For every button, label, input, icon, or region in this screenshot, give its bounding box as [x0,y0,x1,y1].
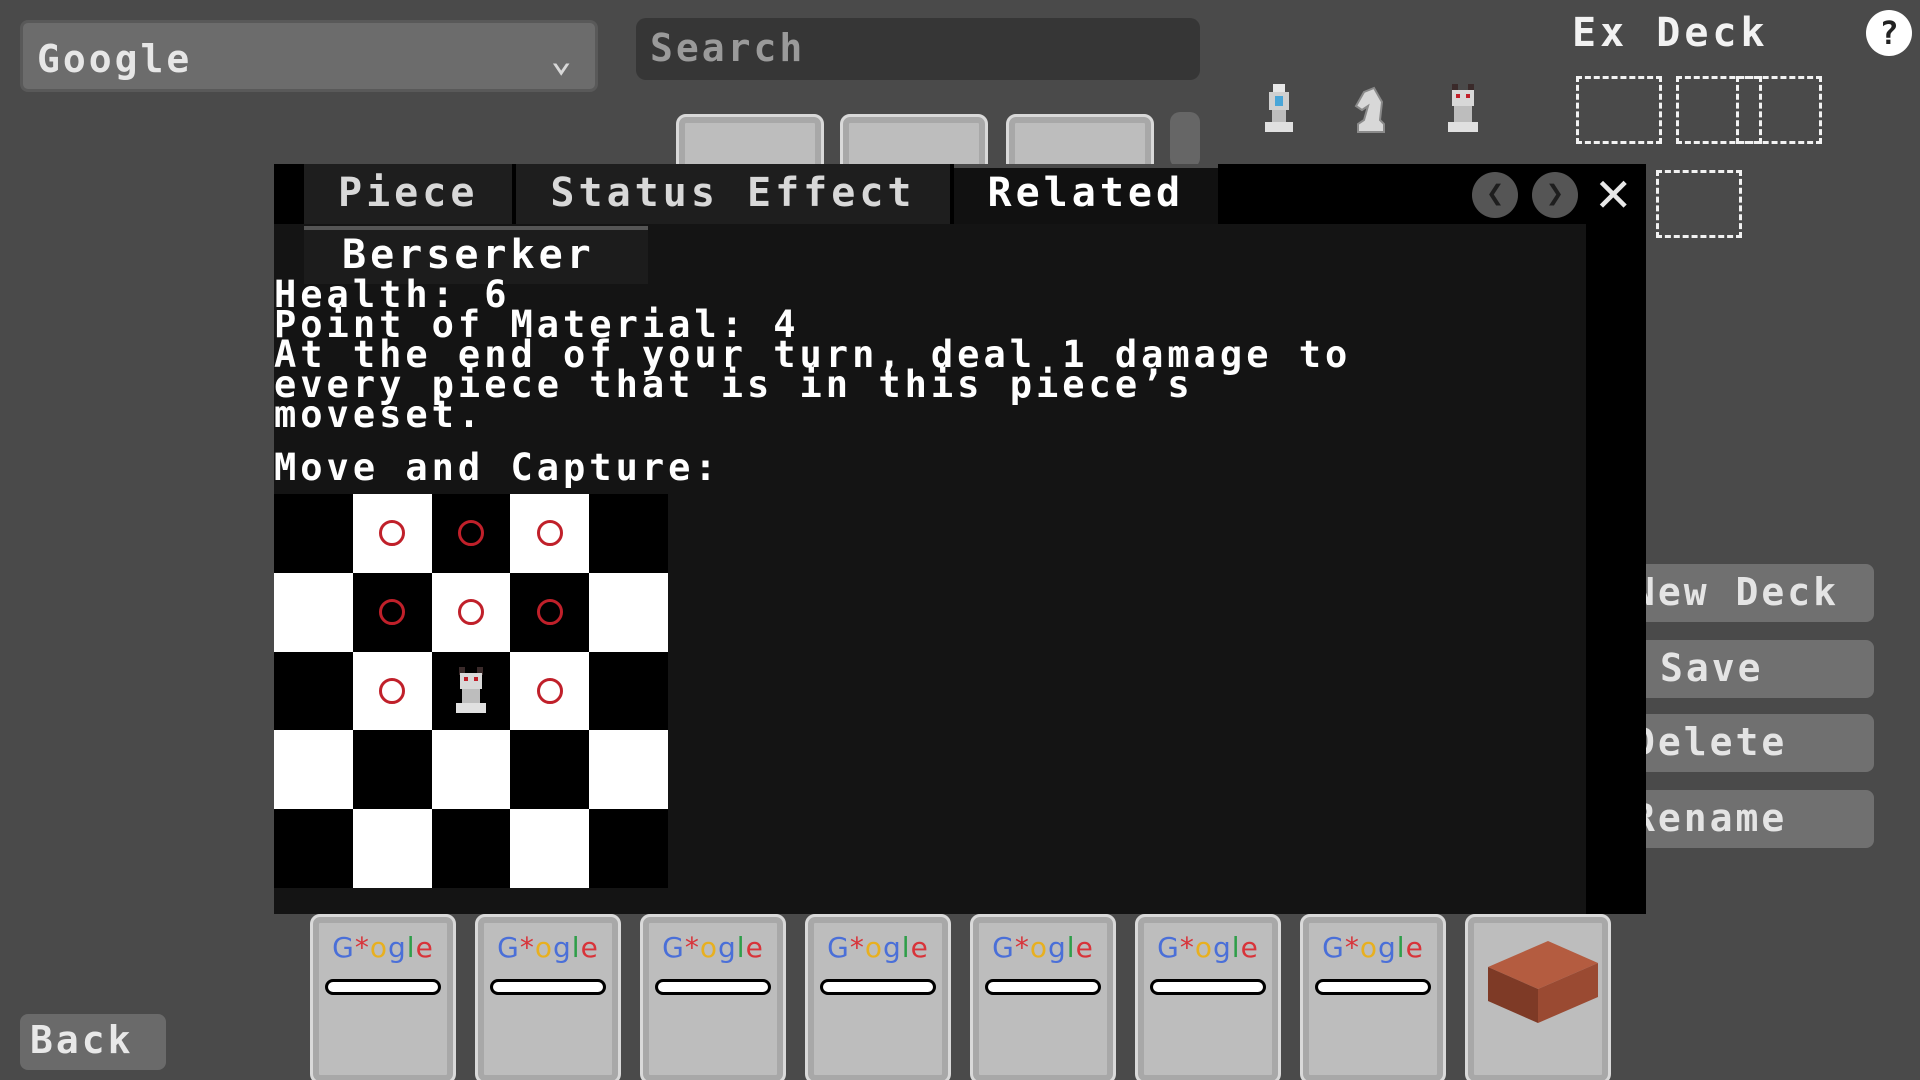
card-label-bar [985,979,1101,995]
board-square [431,494,511,573]
bishop-piece-icon[interactable] [1256,82,1302,136]
google-logo-icon: G*ogle [332,931,434,964]
google-card[interactable]: G*ogle [805,914,951,1080]
board-square [352,730,432,810]
ex-deck-title: Ex Deck [1572,10,1769,56]
board-square [589,494,668,573]
piece-info-modal: Piece Status Effect Related ❮ ❯ ✕ Berser… [274,164,1646,914]
piece-info: Health: 6 Point of Material: 4 At the en… [274,276,1351,433]
card-label-bar [820,979,936,995]
scroll-handle[interactable] [1170,112,1200,168]
ex-deck-slot[interactable] [1736,76,1822,144]
board-square [352,651,432,731]
google-logo-icon: G*ogle [1322,931,1424,964]
google-card[interactable]: G*ogle [1135,914,1281,1080]
board-square [274,730,353,810]
google-card[interactable]: G*ogle [475,914,621,1080]
move-marker-icon [379,677,406,704]
board-square [274,572,353,652]
board-square [510,809,590,888]
tab-bar: Piece Status Effect Related [304,164,1222,224]
card-label-bar [490,979,606,995]
modal-content: Berserker Health: 6 Point of Material: 4… [274,224,1586,914]
tab-piece[interactable]: Piece [304,164,513,224]
board-square [510,651,590,731]
search-input[interactable]: Search [636,18,1200,80]
knight-piece-icon[interactable] [1348,82,1394,136]
move-marker-icon [457,520,484,547]
board-square [510,572,590,652]
google-card[interactable]: G*ogle [310,914,456,1080]
move-marker-icon [379,599,406,626]
help-icon[interactable]: ? [1866,10,1912,56]
move-marker-icon [536,599,563,626]
moveset-board [274,494,668,888]
google-logo-icon: G*ogle [662,931,764,964]
move-marker-icon [457,599,484,626]
move-marker-icon [379,520,406,547]
board-square [589,651,668,731]
board-square [510,730,590,810]
chevron-down-icon: ⌄ [550,39,575,80]
close-icon[interactable]: ✕ [1594,168,1633,222]
board-square [352,572,432,652]
search-placeholder: Search [650,26,806,70]
brick-icon [1488,941,1598,1023]
board-square [431,651,511,731]
board-square [352,809,432,888]
move-capture-label: Move and Capture: [274,446,721,489]
back-button[interactable]: Back [20,1014,166,1070]
ex-deck-slot[interactable] [1656,170,1742,238]
board-square [431,572,511,652]
berserker-piece-icon [455,666,486,713]
card-label-bar [1315,979,1431,995]
berserker-piece-icon[interactable] [1440,82,1486,136]
deck-dropdown-value: Google [37,37,193,81]
board-square [352,494,432,573]
deck-dropdown[interactable]: Google ⌄ [20,20,598,92]
tab-related[interactable]: Related [953,164,1219,224]
google-logo-icon: G*ogle [827,931,929,964]
board-square [274,809,353,888]
google-logo-icon: G*ogle [497,931,599,964]
card-label-bar [655,979,771,995]
google-card[interactable]: G*ogle [970,914,1116,1080]
tab-status-effect[interactable]: Status Effect [516,164,950,224]
card-label-bar [325,979,441,995]
google-card[interactable]: G*ogle [640,914,786,1080]
card-label-bar [1150,979,1266,995]
board-square [431,730,511,810]
board-square [431,809,511,888]
google-card[interactable]: G*ogle [1300,914,1446,1080]
move-marker-icon [536,520,563,547]
google-logo-icon: G*ogle [1157,931,1259,964]
next-arrow-icon[interactable]: ❯ [1532,172,1578,218]
board-square [589,730,668,810]
board-square [589,572,668,652]
google-logo-icon: G*ogle [992,931,1094,964]
board-square [589,809,668,888]
board-square [274,651,353,731]
brick-card[interactable] [1465,914,1611,1080]
ex-deck-slot[interactable] [1576,76,1662,144]
board-square [274,494,353,573]
move-marker-icon [536,677,563,704]
board-square [510,494,590,573]
prev-arrow-icon[interactable]: ❮ [1472,172,1518,218]
